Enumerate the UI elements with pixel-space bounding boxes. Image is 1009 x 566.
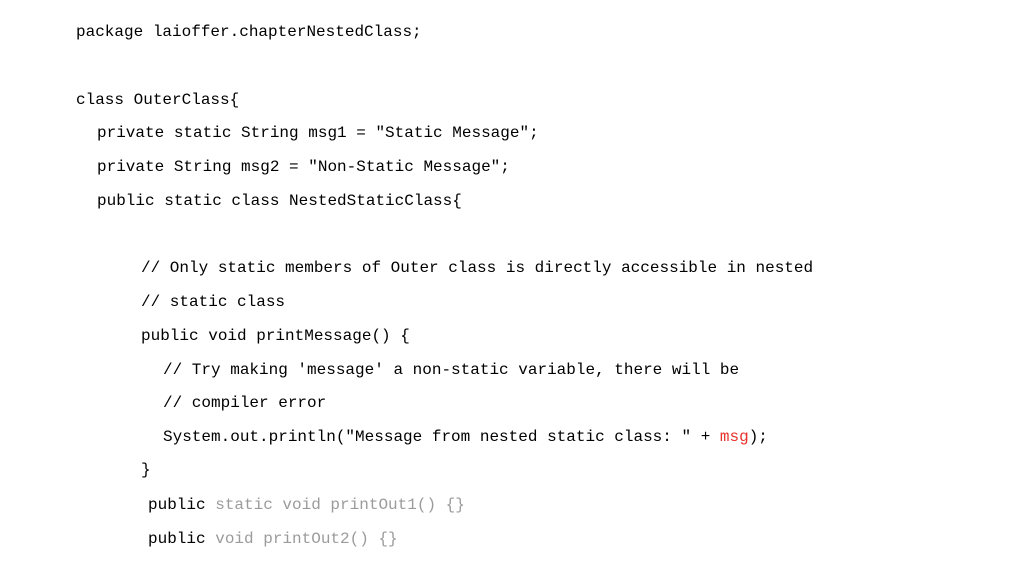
println-line: System.out.println("Message from nested … <box>163 427 768 447</box>
comment-line-1: // Only static members of Outer class is… <box>141 259 814 277</box>
nested-class-declaration-line: public static class NestedStaticClass{ <box>97 192 462 210</box>
field-msg1-line: private static String msg1 = "Static Mes… <box>97 124 539 142</box>
println-suffix: ); <box>748 428 768 446</box>
println-prefix: System.out.println("Message from nested … <box>163 428 720 446</box>
method-close-brace: } <box>141 461 151 479</box>
package-line: package laioffer.chapterNestedClass; <box>76 23 422 41</box>
printout2-rest: void printOut2() {} <box>205 530 398 548</box>
printout2-keyword: public <box>148 530 206 548</box>
println-variable: msg <box>719 428 749 446</box>
printout1-line: public static void printOut1() {} <box>148 495 465 515</box>
field-msg2-line: private String msg2 = "Non-Static Messag… <box>97 158 510 176</box>
class-declaration-line: class OuterClass{ <box>76 91 240 109</box>
comment-line-2: // static class <box>141 293 286 311</box>
comment-line-4: // compiler error <box>163 394 327 412</box>
printout2-line: public void printOut2() {} <box>148 529 398 549</box>
printout1-rest: static void printOut1() {} <box>205 496 465 514</box>
comment-line-3: // Try making 'message' a non-static var… <box>163 361 740 379</box>
code-snippet: package laioffer.chapterNestedClass; cla… <box>0 0 1009 566</box>
method-declaration-line: public void printMessage() { <box>141 327 410 345</box>
printout1-keyword: public <box>148 496 206 514</box>
